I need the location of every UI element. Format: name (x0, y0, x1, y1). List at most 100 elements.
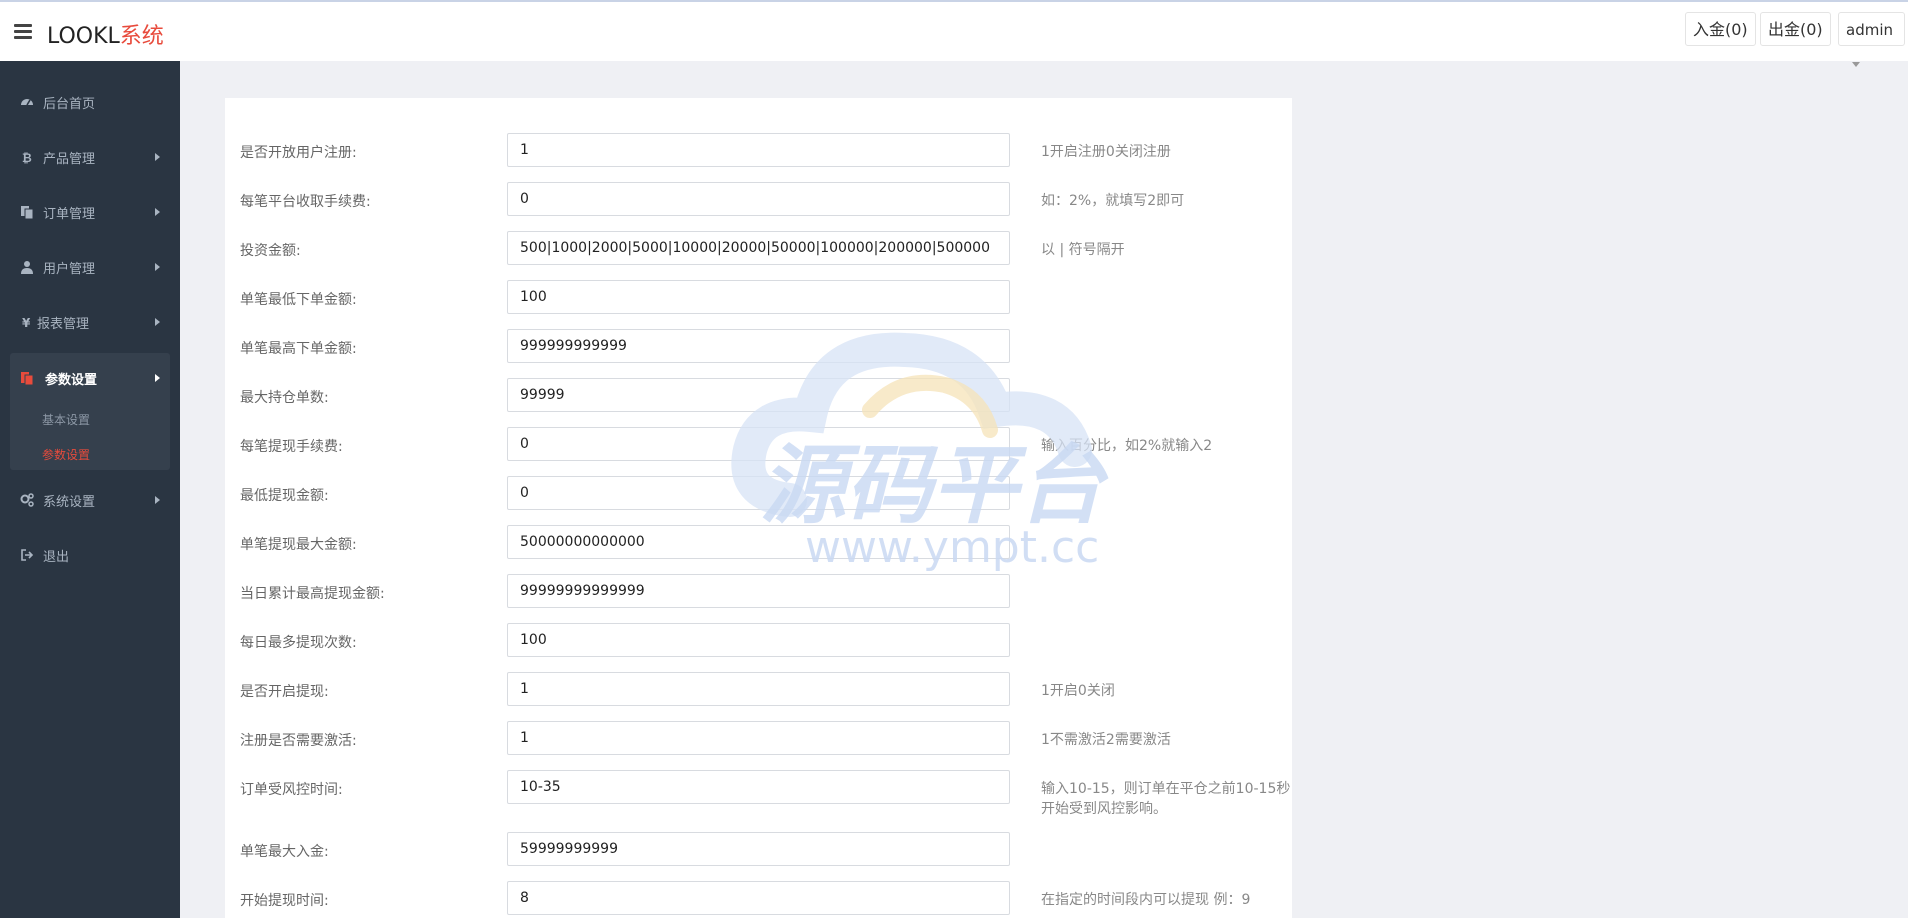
sidebar-item-label: 用户管理 (43, 262, 96, 277)
sidebar-item-params[interactable]: 参数设置 (45, 369, 97, 388)
field-hint: 1不需激活2需要激活 (1041, 732, 1171, 748)
copy-icon (21, 206, 34, 219)
min-withdraw-input[interactable] (507, 476, 1010, 510)
max-order-amount-input[interactable] (507, 329, 1010, 363)
sidebar-item-label: 报表管理 (37, 317, 90, 332)
field-label: 是否开启提现: (240, 684, 329, 700)
files-icon (21, 372, 34, 385)
field-label: 单笔提现最大金额: (240, 537, 357, 553)
form-row-enable-registration: 是否开放用户注册: 1开启注册0关闭注册 (225, 133, 1292, 167)
bitcoin-icon: ₿ (22, 151, 32, 164)
svg-text:₿: ₿ (22, 151, 32, 164)
caret-right-icon (155, 374, 160, 382)
form-row-investment-amounts: 投资金额: 以 | 符号隔开 (225, 231, 1292, 265)
sidebar-item-system[interactable]: 系统设置 (10, 475, 170, 525)
field-hint: 输入10-15，则订单在平仓之前10-15秒 开始受到风控影响。 (1041, 779, 1290, 819)
max-withdraw-daily-input[interactable] (507, 574, 1010, 608)
field-label: 最大持仓单数: (240, 390, 329, 406)
field-hint-line2: 开始受到风控影响。 (1041, 801, 1167, 817)
platform-fee-input[interactable] (507, 182, 1010, 216)
form-row-withdraw-start: 开始提现时间: 在指定的时间段内可以提现 例：9 (225, 881, 1292, 915)
form-row-min-order: 单笔最低下单金额: (225, 280, 1292, 314)
caret-right-icon (155, 263, 160, 271)
form-row-max-deposit: 单笔最大入金: (225, 832, 1292, 866)
user-icon (21, 261, 33, 274)
sidebar-item-reports[interactable]: ¥ 报表管理 (10, 297, 170, 347)
sidebar-item-dashboard[interactable]: 后台首页 (10, 77, 170, 127)
form-row-max-withdraw-daily: 当日累计最高提现金额: (225, 574, 1292, 608)
form-row-min-withdraw: 最低提现金额: (225, 476, 1292, 510)
sidebar-item-label: 退出 (43, 550, 70, 565)
field-label: 最低提现金额: (240, 488, 329, 504)
caret-right-icon (155, 496, 160, 504)
risk-control-time-input[interactable] (507, 770, 1010, 804)
caret-right-icon (155, 208, 160, 216)
field-hint: 以 | 符号隔开 (1041, 242, 1125, 258)
min-order-amount-input[interactable] (507, 280, 1010, 314)
sidebar-item-products[interactable]: ₿ 产品管理 (10, 132, 170, 182)
sidebar-item-users[interactable]: 用户管理 (10, 242, 170, 292)
field-label: 每笔提现手续费: (240, 439, 343, 455)
field-label: 订单受风控时间: (240, 782, 343, 798)
enable-withdraw-input[interactable] (507, 672, 1010, 706)
form-row-max-order: 单笔最高下单金额: (225, 329, 1292, 363)
field-label: 每笔平台收取手续费: (240, 194, 371, 210)
sidebar-item-label: 产品管理 (43, 152, 96, 167)
brand-logo: LOOKL系统 (47, 18, 164, 50)
sign-out-icon (21, 549, 34, 561)
hamburger-menu-icon[interactable] (14, 24, 32, 40)
field-label: 注册是否需要激活: (240, 733, 357, 749)
user-menu[interactable]: admin (1838, 12, 1905, 67)
sidebar-group-params: 参数设置 基本设置 参数设置 (10, 353, 170, 470)
field-hint: 输入百分比，如2%就输入2 (1041, 438, 1213, 454)
withdraw-fee-input[interactable] (507, 427, 1010, 461)
field-hint: 在指定的时间段内可以提现 例：9 (1041, 892, 1251, 908)
field-label: 单笔最低下单金额: (240, 292, 357, 308)
sidebar-item-logout[interactable]: 退出 (10, 530, 170, 580)
form-row-max-withdraw-single: 单笔提现最大金额: (225, 525, 1292, 559)
withdraw-count-input[interactable] (507, 623, 1010, 657)
sidebar-subitem-basic[interactable]: 基本设置 (42, 411, 90, 428)
brand-accent: 系统 (119, 24, 164, 49)
sidebar-item-label: 后台首页 (43, 97, 96, 112)
form-row-platform-fee: 每笔平台收取手续费: 如：2%，就填写2即可 (225, 182, 1292, 216)
max-positions-input[interactable] (507, 378, 1010, 412)
enable-registration-input[interactable] (507, 133, 1010, 167)
max-withdraw-single-input[interactable] (507, 525, 1010, 559)
investment-amounts-input[interactable] (507, 231, 1010, 265)
field-hint: 如：2%，就填写2即可 (1041, 193, 1185, 209)
form-row-withdraw-count: 每日最多提现次数: (225, 623, 1292, 657)
form-row-enable-withdraw: 是否开启提现: 1开启0关闭 (225, 672, 1292, 706)
deposit-button[interactable]: 入金(0) (1685, 12, 1756, 46)
sidebar-item-label: 订单管理 (43, 207, 96, 222)
registration-activation-input[interactable] (507, 721, 1010, 755)
svg-text:¥: ¥ (22, 316, 31, 329)
field-hint: 1开启0关闭 (1041, 683, 1115, 699)
field-hint: 1开启注册0关闭注册 (1041, 144, 1171, 160)
max-deposit-input[interactable] (507, 832, 1010, 866)
field-label: 投资金额: (240, 243, 301, 259)
field-label: 单笔最高下单金额: (240, 341, 357, 357)
form-row-activation: 注册是否需要激活: 1不需激活2需要激活 (225, 721, 1292, 755)
field-label: 开始提现时间: (240, 893, 329, 909)
caret-right-icon (155, 153, 160, 161)
user-name: admin (1846, 21, 1893, 39)
gears-icon (20, 493, 34, 507)
form-row-max-positions: 最大持仓单数: (225, 378, 1292, 412)
sidebar-item-orders[interactable]: 订单管理 (10, 187, 170, 237)
field-label: 单笔最大入金: (240, 844, 329, 860)
dashboard-icon (21, 99, 33, 106)
sidebar: 后台首页 ₿ 产品管理 订单管理 用户管理 ¥ 报表管理 参数设置 基本设置 参… (0, 61, 180, 918)
field-hint-line1: 输入10-15，则订单在平仓之前10-15秒 (1041, 781, 1291, 797)
top-header: LOOKL系统 入金(0) 出金(0) admin (0, 2, 1908, 67)
sidebar-item-label: 系统设置 (43, 495, 96, 510)
field-label: 是否开放用户注册: (240, 145, 357, 161)
sidebar-subitem-params[interactable]: 参数设置 (42, 446, 90, 463)
yen-icon: ¥ (22, 316, 31, 329)
field-label: 当日累计最高提现金额: (240, 586, 385, 602)
form-row-risk-time: 订单受风控时间: 输入10-15，则订单在平仓之前10-15秒 开始受到风控影响… (225, 770, 1292, 817)
withdraw-button[interactable]: 出金(0) (1760, 12, 1831, 46)
withdraw-start-time-input[interactable] (507, 881, 1010, 915)
brand-name: LOOKL (47, 24, 120, 49)
settings-form-panel: 是否开放用户注册: 1开启注册0关闭注册 每笔平台收取手续费: 如：2%，就填写… (225, 98, 1292, 918)
